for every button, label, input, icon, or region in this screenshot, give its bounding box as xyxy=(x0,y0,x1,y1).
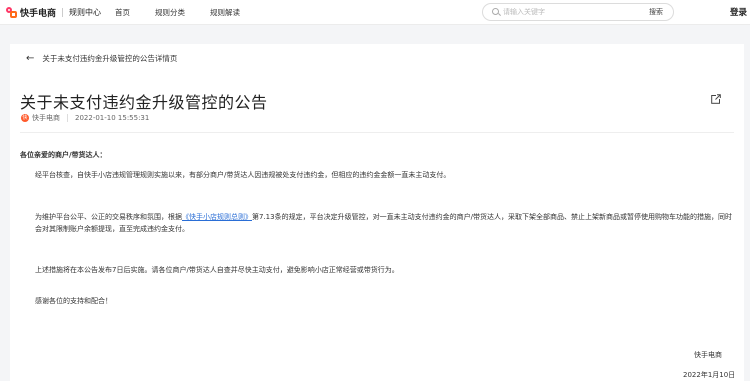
post-meta: 快 快手电商 2022-01-10 15:55:31 xyxy=(21,113,149,123)
login-button[interactable]: 登录 xyxy=(730,6,747,18)
nav-rule-interpretation[interactable]: 规则解读 xyxy=(210,7,240,18)
publish-time: 2022-01-10 15:55:31 xyxy=(75,114,150,122)
brand-logo[interactable]: 快手电商 规则中心 xyxy=(6,6,101,19)
signature: 快手电商 xyxy=(694,351,722,359)
author-name: 快手电商 xyxy=(32,114,60,122)
search-button[interactable]: 搜索 xyxy=(649,7,663,17)
paragraph-3: 上述措施将在本公告发布7日后实施。请各位商户/带货达人自查并尽快主动支付，避免影… xyxy=(35,266,399,274)
paragraph-1: 经平台核查，自快手小店违规管理规则实施以来，有部分商户/带货达人因违规被处支付违… xyxy=(35,171,451,179)
greeting: 各位亲爱的商户/带货达人： xyxy=(20,151,107,159)
nav-rule-categories[interactable]: 规则分类 xyxy=(155,7,185,18)
paragraph-2: 为维护平台公平、公正的交易秩序和氛围，根据《快手小店规则总则》第7.13条的规定… xyxy=(35,211,735,235)
page-title: 关于未支付违约金升级管控的公告 xyxy=(20,93,268,112)
sign-date: 2022年1月10日 xyxy=(683,371,736,379)
section-divider xyxy=(20,132,734,133)
search-input[interactable] xyxy=(503,6,623,18)
meta-divider xyxy=(67,114,68,122)
brand-sub-name: 规则中心 xyxy=(62,8,101,17)
back-link[interactable]: ← 关于未支付违约金升级管控的公告详情页 xyxy=(26,53,177,64)
rule-general-link[interactable]: 《快手小店规则总则》 xyxy=(182,213,252,221)
brand-name: 快手电商 xyxy=(20,9,57,19)
back-arrow-icon[interactable]: ← xyxy=(26,53,34,64)
paragraph-4: 感谢各位的支持和配合！ xyxy=(35,297,112,305)
share-icon[interactable] xyxy=(711,94,721,104)
announcement-card: ← 关于未支付违约金升级管控的公告详情页 关于未支付违约金升级管控的公告 快 快… xyxy=(10,44,744,381)
top-nav-bar: 快手电商 规则中心 首页 规则分类 规则解读 搜索 登录 xyxy=(0,0,750,25)
search-box: 搜索 xyxy=(482,3,674,21)
back-label: 关于未支付违约金升级管控的公告详情页 xyxy=(42,54,178,63)
search-icon xyxy=(492,8,499,15)
nav-home[interactable]: 首页 xyxy=(115,7,130,18)
author-avatar: 快 xyxy=(21,114,29,122)
paragraph-2-lead: 为维护平台公平、公正的交易秩序和氛围，根据 xyxy=(35,213,182,221)
kuaishou-logo-icon xyxy=(6,7,17,18)
